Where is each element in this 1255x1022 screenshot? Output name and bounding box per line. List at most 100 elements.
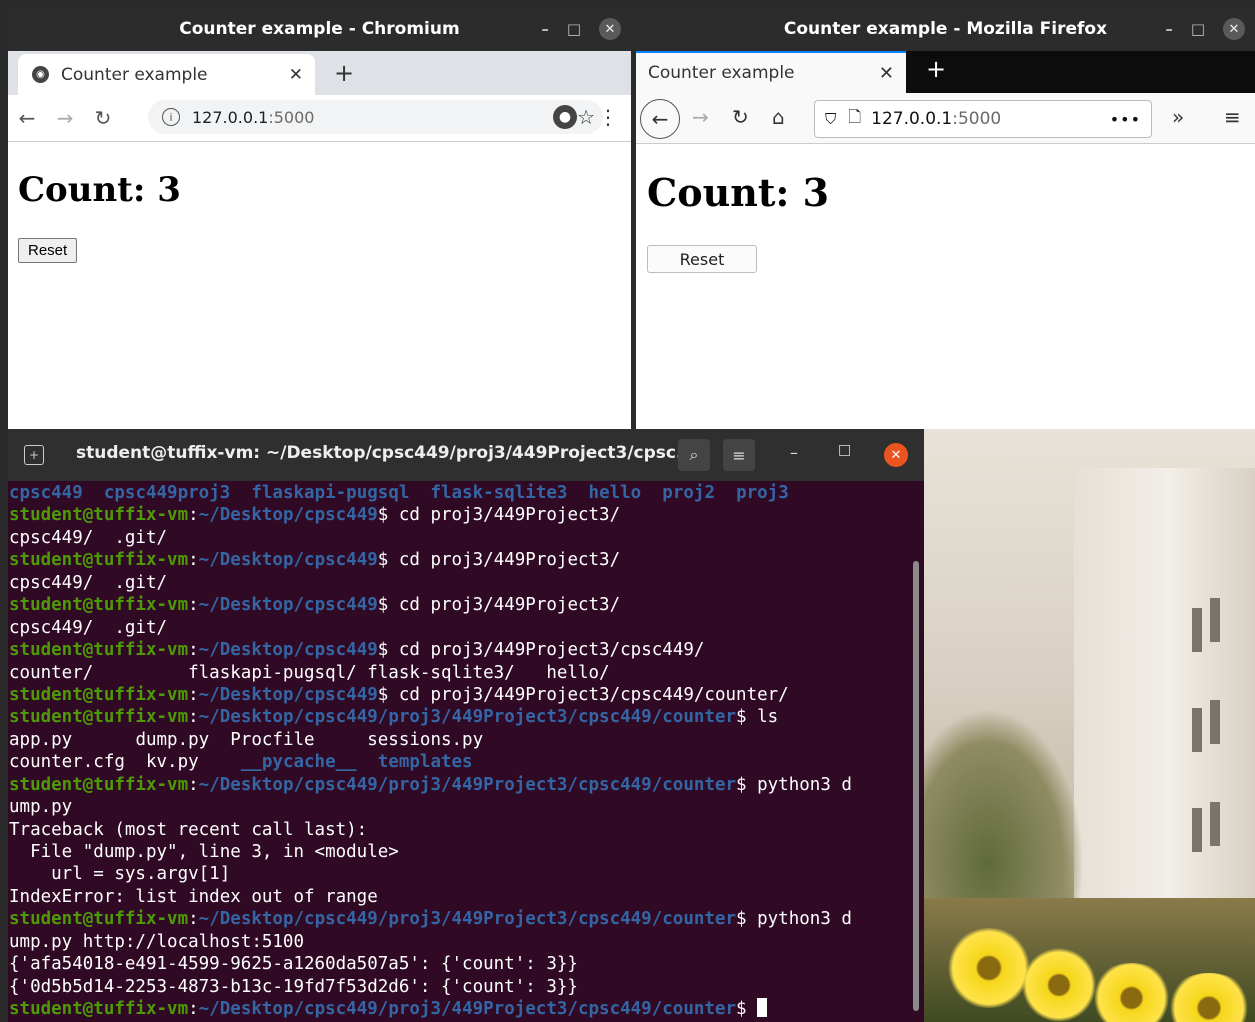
prompt-dollar: $ — [736, 999, 747, 1020]
terminal-title: student@tuffix-vm: ~/Desktop/cpsc449/pro… — [76, 443, 696, 463]
maximize-icon[interactable]: □ — [1191, 20, 1205, 38]
menu-icon[interactable]: ≡ — [723, 439, 755, 471]
command-text: cd proj3/449Project3/ — [388, 595, 621, 616]
terminal-output[interactable]: cpsc449 cpsc449proj3 flaskapi-pugsql fla… — [9, 482, 907, 1021]
prompt-dollar: $ — [736, 707, 747, 728]
dir-entry: proj2 — [662, 483, 715, 503]
shield-icon[interactable]: ⛉ — [825, 110, 836, 128]
prompt-user: student@tuffix-vm — [9, 774, 189, 795]
back-icon[interactable]: ← — [8, 106, 46, 130]
prompt-path: ~/Desktop/cpsc449 — [198, 684, 378, 705]
firefox-tab[interactable]: Counter example ✕ — [636, 51, 906, 93]
prompt-colon: : — [188, 505, 199, 526]
wallpaper-flower — [1019, 948, 1099, 1022]
chromium-toolbar: ← → ↻ i 127.0.0.1:5000 ☆ ● ⋮ — [8, 95, 631, 142]
chromium-titlebar[interactable]: Counter example - Chromium – □ ✕ — [8, 7, 631, 51]
menu-dots-icon[interactable]: ⋮ — [598, 105, 618, 129]
command-text: python3 d — [746, 909, 852, 930]
close-tab-icon[interactable]: ✕ — [879, 63, 894, 84]
firefox-window-title: Counter example - Mozilla Firefox — [783, 19, 1108, 39]
terminal-line: student@tuffix-vm:~/Desktop/cpsc449/proj… — [9, 706, 907, 728]
output-text: cpsc449/ .git/ — [9, 617, 168, 638]
prompt-user: student@tuffix-vm — [9, 909, 189, 930]
close-tab-icon[interactable]: ✕ — [289, 65, 303, 85]
output-text: cpsc449/ .git/ — [9, 572, 168, 593]
close-icon[interactable]: ✕ — [884, 443, 908, 467]
file-entry: dump.py — [135, 729, 231, 750]
reset-button[interactable]: Reset — [647, 245, 757, 273]
new-tab-icon[interactable]: + — [24, 445, 44, 465]
firefox-address-bar[interactable]: ⛉ 🗋 127.0.0.1:5000 ••• — [814, 100, 1152, 138]
terminal-line: student@tuffix-vm:~/Desktop/cpsc449/proj… — [9, 908, 907, 930]
terminal-line: url = sys.argv[1] — [9, 863, 907, 885]
prompt-dollar: $ — [377, 550, 389, 571]
terminal-cursor — [757, 998, 768, 1018]
terminal-line: {'afa54018-e491-4599-9625-a1260da507a5':… — [9, 953, 907, 975]
prompt-user: student@tuffix-vm — [9, 550, 189, 571]
dir-entry: hello — [588, 483, 642, 503]
chromium-page-content: Count: 3 Reset — [8, 142, 631, 263]
hamburger-menu-icon[interactable]: ≡ — [1224, 105, 1241, 129]
minimize-icon[interactable]: – — [790, 443, 798, 462]
chromium-address-bar[interactable]: i 127.0.0.1:5000 ☆ — [148, 100, 603, 134]
close-icon[interactable]: ✕ — [599, 18, 621, 40]
dir-entry: templates — [356, 752, 473, 773]
terminal-scrollbar[interactable] — [913, 561, 919, 1011]
dir-entry: flask-sqlite3 — [430, 483, 568, 503]
terminal-line: student@tuffix-vm:~/Desktop/cpsc449$ cd … — [9, 549, 907, 571]
output-text: Traceback (most recent call last): — [9, 819, 368, 840]
minimize-icon[interactable]: – — [541, 20, 549, 38]
forward-icon[interactable]: → — [46, 106, 84, 130]
command-text: ls — [746, 707, 779, 728]
page-actions-icon[interactable]: ••• — [1110, 110, 1141, 129]
url-host: 127.0.0.1 — [192, 107, 269, 127]
terminal-line: student@tuffix-vm:~/Desktop/cpsc449/proj… — [9, 774, 907, 796]
firefox-tabstrip: Counter example ✕ + — [636, 51, 1255, 93]
firefox-titlebar[interactable]: Counter example - Mozilla Firefox – □ ✕ — [636, 7, 1255, 51]
terminal-titlebar[interactable]: + student@tuffix-vm: ~/Desktop/cpsc449/p… — [8, 429, 924, 481]
prompt-dollar: $ — [377, 595, 389, 616]
prompt-colon: : — [188, 707, 199, 728]
chromium-tab[interactable]: ◉ Counter example ✕ — [18, 54, 315, 95]
reset-button[interactable]: Reset — [18, 238, 78, 263]
terminal-line: {'0d5b5d14-2253-4873-b13c-19fd7f53d2d6':… — [9, 976, 907, 998]
search-icon[interactable]: ⌕ — [678, 439, 710, 471]
prompt-path: ~/Desktop/cpsc449/proj3/449Project3/cpsc… — [198, 999, 737, 1020]
prompt-user: student@tuffix-vm — [9, 999, 189, 1020]
terminal-window: + student@tuffix-vm: ~/Desktop/cpsc449/p… — [8, 429, 924, 1022]
overflow-chevron-icon[interactable]: » — [1172, 105, 1184, 129]
prompt-path: ~/Desktop/cpsc449 — [198, 505, 378, 526]
firefox-tab-title: Counter example — [648, 63, 795, 83]
firefox-toolbar: ← → ↻ ⌂ ⛉ 🗋 127.0.0.1:5000 ••• » ≡ — [636, 93, 1255, 144]
command-text: cd proj3/449Project3/ — [388, 505, 621, 526]
home-icon[interactable]: ⌂ — [772, 105, 785, 129]
bookmark-star-icon[interactable]: ☆ — [577, 105, 595, 129]
terminal-line: ump.py http://localhost:5100 — [9, 931, 907, 953]
new-tab-icon[interactable]: + — [334, 59, 354, 87]
maximize-icon[interactable]: □ — [567, 20, 581, 38]
minimize-icon[interactable]: – — [1165, 20, 1173, 38]
reload-icon[interactable]: ↻ — [84, 106, 122, 130]
maximize-icon[interactable]: □ — [838, 442, 851, 458]
prompt-dollar: $ — [736, 909, 747, 930]
chromium-tab-title: Counter example — [61, 64, 208, 85]
prompt-user: student@tuffix-vm — [9, 505, 189, 526]
output-text: IndexError: list index out of range — [9, 886, 378, 907]
file-entry: Procfile — [230, 729, 368, 750]
account-icon[interactable]: ● — [553, 105, 577, 129]
output-text: url = sys.argv[1] — [9, 864, 231, 885]
command-text: cd proj3/449Project3/cpsc449/ — [388, 640, 705, 661]
reload-icon[interactable]: ↻ — [732, 105, 749, 129]
close-icon[interactable]: ✕ — [1223, 18, 1245, 40]
info-icon[interactable]: i — [162, 108, 180, 126]
back-icon[interactable]: ← — [640, 99, 680, 139]
dir-entry: proj3 — [736, 483, 789, 503]
terminal-line: File "dump.py", line 3, in <module> — [9, 841, 907, 863]
terminal-line: cpsc449/ .git/ — [9, 527, 907, 549]
url-host: 127.0.0.1 — [871, 109, 953, 129]
prompt-path: ~/Desktop/cpsc449/proj3/449Project3/cpsc… — [198, 909, 737, 930]
forward-icon[interactable]: → — [692, 105, 709, 129]
new-tab-icon[interactable]: + — [926, 55, 946, 83]
file-entry: sessions.py — [367, 729, 484, 750]
file-entry: kv.py — [145, 752, 241, 773]
